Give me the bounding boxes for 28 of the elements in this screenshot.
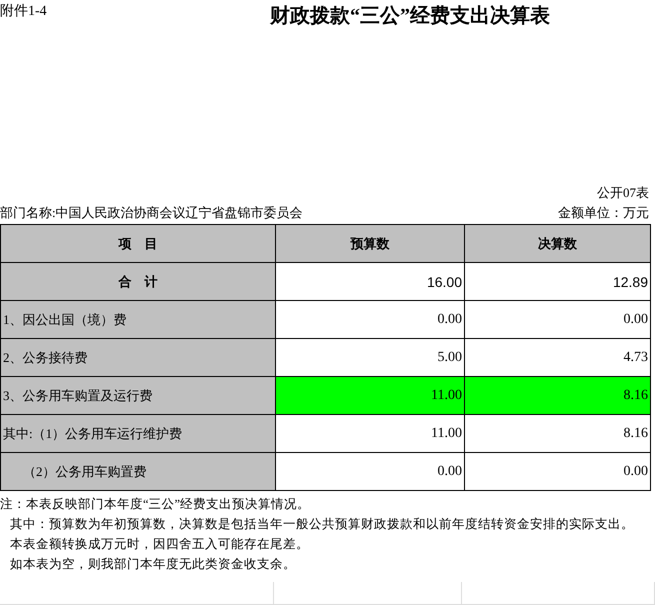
table-cell: 2、公务接待费 (0, 338, 276, 376)
table-cell: 0.00 (464, 300, 650, 338)
table-cell: 8.16 (464, 376, 650, 414)
column-header: 决算数 (464, 224, 650, 262)
table-code: 公开07表 (597, 185, 649, 200)
table-cell: 8.16 (464, 414, 650, 452)
note-text: 本表金额转换成万元时，因四舍五入可能存在尾差。 (9, 536, 310, 553)
table-cell: 其中:（1）公务用车运行维护费 (0, 414, 276, 452)
table-cell: 16.00 (276, 262, 464, 300)
table-cell: 12.89 (464, 262, 650, 300)
table-cell: 3、公务用车购置及运行费 (0, 376, 276, 414)
attachment-label: 附件1-4 (0, 2, 48, 20)
note-text: 如本表为空，则我部门本年度无此类资金收支余。 (9, 556, 297, 573)
department-name: 部门名称:中国人民政治协商会议辽宁省盘锦市委员会 (0, 204, 303, 222)
note-text: 其中：预算数为年初预算数，决算数是包括当年一般公共预算财政拨款和以前年度结转资金安排的实际支出。 (9, 516, 635, 533)
table-cell: （2）公务用车购置费 (0, 452, 276, 490)
table-cell: 合 计 (0, 262, 276, 300)
table-cell: 11.00 (276, 414, 464, 452)
table-title: 财政拨款“三公”经费支出决算表 (270, 4, 550, 29)
column-header: 预算数 (276, 224, 464, 262)
note-text: 注：本表反映部门本年度“三公”经费支出预决算情况。 (0, 496, 312, 513)
table-cell: 0.00 (276, 300, 464, 338)
table-cell: 1、因公出国（境）费 (0, 300, 276, 338)
amount-unit: 金额单位：万元 (558, 204, 649, 222)
table-cell: 0.00 (464, 452, 650, 490)
table-cell: 0.00 (276, 452, 464, 490)
column-header: 项 目 (0, 224, 276, 262)
table-cell: 11.00 (276, 376, 464, 414)
